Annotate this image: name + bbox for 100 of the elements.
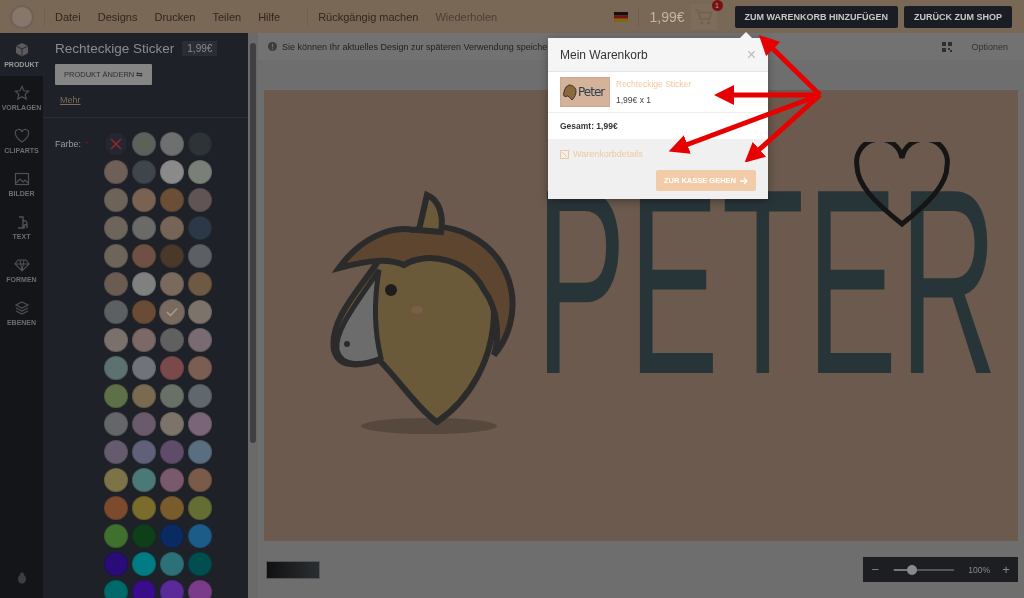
cart-item-price: 1,99€ x 1 bbox=[616, 95, 652, 105]
color-swatch[interactable] bbox=[132, 552, 156, 576]
price-tag: 1,99€ bbox=[182, 41, 218, 56]
expand-icon bbox=[560, 149, 569, 159]
color-swatch[interactable] bbox=[132, 328, 156, 352]
color-swatch[interactable] bbox=[104, 300, 128, 324]
color-swatch[interactable] bbox=[188, 524, 212, 548]
header-button[interactable]: ZURÜCK ZUM SHOP bbox=[904, 5, 1012, 28]
menu-item[interactable]: Teilen bbox=[212, 10, 242, 23]
flag-icon[interactable] bbox=[614, 11, 629, 22]
color-swatch[interactable] bbox=[188, 160, 212, 184]
color-swatch[interactable] bbox=[160, 468, 184, 492]
color-swatch[interactable] bbox=[188, 440, 212, 464]
cart-price: 1,99€ bbox=[649, 8, 685, 25]
color-swatch[interactable] bbox=[104, 524, 128, 548]
color-swatch[interactable] bbox=[132, 580, 156, 598]
color-swatch[interactable] bbox=[104, 216, 128, 240]
no-color-swatch[interactable] bbox=[104, 132, 128, 156]
zoom-slider-thumb[interactable] bbox=[907, 564, 918, 575]
color-swatch[interactable] bbox=[160, 356, 184, 380]
color-swatch[interactable] bbox=[104, 552, 128, 576]
options-button[interactable]: Optionen bbox=[971, 41, 1008, 52]
color-swatch[interactable] bbox=[160, 440, 184, 464]
menu-item[interactable]: Datei bbox=[55, 10, 81, 23]
color-swatch[interactable] bbox=[188, 300, 212, 324]
color-swatch[interactable] bbox=[132, 384, 156, 408]
color-swatch[interactable] bbox=[104, 244, 128, 268]
color-swatch[interactable] bbox=[104, 356, 128, 380]
color-swatch[interactable] bbox=[104, 188, 128, 212]
diamond-icon bbox=[13, 256, 30, 273]
color-swatch[interactable] bbox=[160, 132, 184, 156]
cart-item-link[interactable]: Rechteckige Sticker bbox=[616, 79, 692, 89]
color-swatch[interactable] bbox=[188, 580, 212, 598]
color-swatch[interactable] bbox=[132, 300, 156, 324]
color-swatch[interactable] bbox=[188, 356, 212, 380]
header-button[interactable]: ZUM WARENKORB HINZUFÜGEN bbox=[734, 5, 898, 28]
color-swatch[interactable] bbox=[160, 412, 184, 436]
cart-total: Gesamt: 1,99€ bbox=[559, 120, 619, 133]
color-swatch[interactable] bbox=[188, 468, 212, 492]
color-swatch[interactable] bbox=[160, 300, 184, 324]
menu-item[interactable]: Hilfe bbox=[258, 10, 281, 23]
color-swatch[interactable] bbox=[104, 440, 128, 464]
color-swatch[interactable] bbox=[160, 496, 184, 520]
color-swatch[interactable] bbox=[104, 496, 128, 520]
color-swatch[interactable] bbox=[160, 188, 184, 212]
menu-item[interactable]: Designs bbox=[97, 10, 138, 23]
color-swatch[interactable] bbox=[160, 216, 184, 240]
info-icon bbox=[268, 42, 277, 51]
color-swatch[interactable] bbox=[104, 468, 128, 492]
bug-icon[interactable] bbox=[15, 572, 28, 584]
color-swatch[interactable] bbox=[104, 412, 128, 436]
zoom-out-button[interactable]: − bbox=[863, 557, 888, 582]
required-mark: * bbox=[85, 139, 89, 149]
color-chip[interactable] bbox=[266, 560, 320, 579]
color-swatch[interactable] bbox=[104, 384, 128, 408]
color-swatch[interactable] bbox=[104, 328, 128, 352]
more-link[interactable]: Mehr bbox=[60, 95, 81, 105]
color-swatch[interactable] bbox=[160, 244, 184, 268]
color-swatch[interactable] bbox=[104, 580, 128, 598]
color-swatch[interactable] bbox=[188, 188, 212, 212]
color-swatch[interactable] bbox=[188, 216, 212, 240]
color-swatch[interactable] bbox=[188, 496, 212, 520]
color-swatch[interactable] bbox=[132, 216, 156, 240]
history-button[interactable]: Rückgängig machen bbox=[318, 10, 419, 23]
check-icon bbox=[166, 307, 178, 317]
color-swatch[interactable] bbox=[132, 496, 156, 520]
close-button[interactable]: × bbox=[746, 45, 756, 64]
cube-icon bbox=[13, 41, 30, 58]
qr-code-icon[interactable] bbox=[942, 41, 953, 52]
color-swatch[interactable] bbox=[188, 272, 212, 296]
color-swatch[interactable] bbox=[132, 160, 156, 184]
color-swatch[interactable] bbox=[160, 384, 184, 408]
color-swatch[interactable] bbox=[104, 272, 128, 296]
color-swatch[interactable] bbox=[132, 468, 156, 492]
menu-item[interactable]: Drucken bbox=[154, 10, 196, 23]
color-swatch[interactable] bbox=[160, 328, 184, 352]
arrow-right-icon bbox=[740, 176, 748, 185]
cross-icon bbox=[110, 138, 122, 150]
zoom-in-button[interactable]: + bbox=[994, 557, 1018, 582]
star-icon bbox=[13, 84, 30, 101]
color-swatch[interactable] bbox=[132, 524, 156, 548]
color-swatch[interactable] bbox=[188, 384, 212, 408]
color-swatch[interactable] bbox=[132, 272, 156, 296]
color-swatch[interactable] bbox=[132, 356, 156, 380]
color-swatch[interactable] bbox=[160, 272, 184, 296]
scrollbar[interactable] bbox=[248, 33, 258, 598]
color-swatch[interactable] bbox=[104, 160, 128, 184]
color-swatch[interactable] bbox=[132, 412, 156, 436]
color-swatch[interactable] bbox=[132, 244, 156, 268]
color-swatch[interactable] bbox=[132, 440, 156, 464]
color-swatch[interactable] bbox=[132, 188, 156, 212]
color-swatch[interactable] bbox=[160, 552, 184, 576]
color-swatch[interactable] bbox=[160, 524, 184, 548]
color-swatch[interactable] bbox=[160, 160, 184, 184]
color-swatch[interactable] bbox=[188, 328, 212, 352]
color-swatch[interactable] bbox=[188, 412, 212, 436]
color-swatch[interactable] bbox=[188, 552, 212, 576]
color-swatch[interactable] bbox=[188, 244, 212, 268]
color-swatch[interactable] bbox=[160, 580, 184, 598]
color-swatch[interactable] bbox=[132, 132, 156, 156]
